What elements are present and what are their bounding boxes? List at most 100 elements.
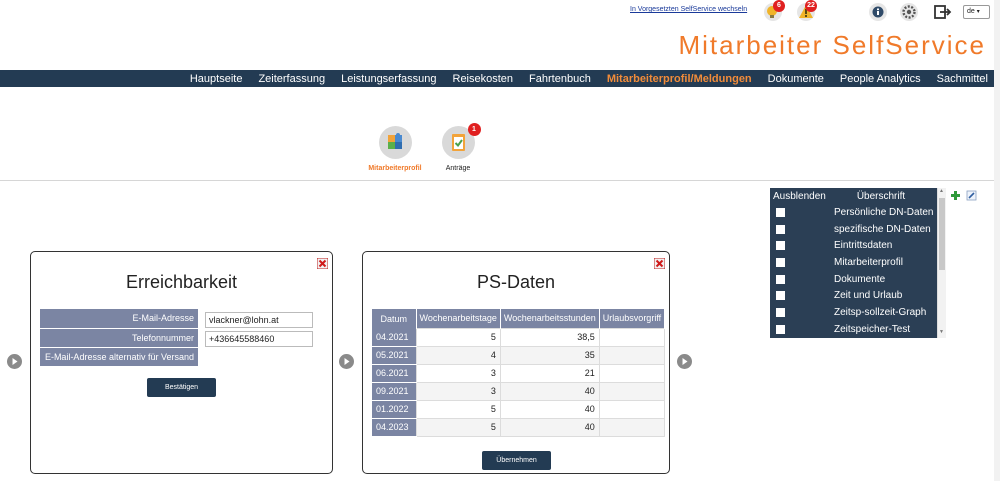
logout-icon[interactable] xyxy=(931,1,953,23)
warnings-warning-icon[interactable]: 22 xyxy=(795,0,817,23)
scrollbar-thumb[interactable] xyxy=(939,198,945,270)
table-cell: 3 xyxy=(415,381,501,401)
scroll-up-icon[interactable]: ▲ xyxy=(939,188,944,194)
hide-checkbox[interactable] xyxy=(776,307,785,317)
section-label: Eintrittsdaten xyxy=(834,240,893,252)
hide-checkbox[interactable] xyxy=(776,274,785,284)
section-visibility-header: Ausblenden Überschrift xyxy=(770,188,937,204)
column-hide-header: Ausblenden xyxy=(773,190,826,202)
table-cell: 5 xyxy=(415,417,501,437)
column-title-header: Überschrift xyxy=(856,190,906,202)
nav-item-people-analytics[interactable]: People Analytics xyxy=(832,73,929,85)
section-visibility-panel: Ausblenden Überschrift Persönliche DN-Da… xyxy=(770,188,937,338)
list-item: Zeitsp-sollzeit-Graph xyxy=(770,304,937,321)
table-cell: 40 xyxy=(499,399,600,419)
info-icon[interactable] xyxy=(867,1,889,23)
section-visibility-scrollbar[interactable]: ▲ ▼ xyxy=(937,188,946,338)
nav-item-dokumente[interactable]: Dokumente xyxy=(760,73,832,85)
hide-checkbox[interactable] xyxy=(776,224,785,234)
list-item: Zeit und Urlaub xyxy=(770,287,937,304)
top-bar: In Vorgesetzten SelfService wechseln 6 2… xyxy=(0,0,1000,70)
hide-checkbox[interactable] xyxy=(776,324,785,334)
table-cell: 4 xyxy=(415,345,501,365)
close-icon[interactable] xyxy=(653,256,666,270)
language-value: de xyxy=(967,8,975,15)
hide-checkbox[interactable] xyxy=(776,241,785,251)
list-item: Persönliche DN-Daten xyxy=(770,204,937,221)
arrow-right-icon[interactable] xyxy=(677,354,692,369)
main-nav: Hauptseite Zeiterfassung Leistungserfass… xyxy=(0,70,1000,87)
subnav-mitarbeiterprofil[interactable]: Mitarbeiterprofil xyxy=(365,126,425,172)
table-cell xyxy=(598,417,666,437)
confirm-button[interactable]: Bestätigen xyxy=(147,378,216,397)
hide-checkbox[interactable] xyxy=(776,257,785,267)
scroll-down-icon[interactable]: ▼ xyxy=(939,329,944,335)
switch-to-manager-link[interactable]: In Vorgesetzten SelfService wechseln xyxy=(630,6,747,13)
alt-email-value[interactable] xyxy=(198,347,321,366)
column-header: Urlaubsvorgriff xyxy=(599,309,666,328)
list-item: Mitarbeiterprofil xyxy=(770,254,937,271)
table-cell: 01.2022 xyxy=(372,400,416,419)
table-cell: 3 xyxy=(415,363,501,383)
notifications-lightbulb-icon[interactable]: 6 xyxy=(762,0,785,23)
nav-item-mitarbeiterprofil[interactable]: Mitarbeiterprofil/Meldungen xyxy=(599,73,760,85)
language-select[interactable]: de ▾ xyxy=(963,5,990,19)
close-icon[interactable] xyxy=(316,256,329,270)
gear-icon[interactable] xyxy=(898,1,920,23)
edit-icon[interactable] xyxy=(966,188,977,201)
table-cell: 38,5 xyxy=(499,327,600,347)
table-cell: 21 xyxy=(499,363,600,383)
table-cell xyxy=(598,399,666,419)
hide-checkbox[interactable] xyxy=(776,207,785,217)
column-header: Wochenarbeitstage xyxy=(416,309,501,328)
apply-button[interactable]: Übernehmen xyxy=(482,451,551,470)
table-row: 04.2021 5 38,5 xyxy=(372,327,666,347)
subnav-mitarbeiterprofil-label: Mitarbeiterprofil xyxy=(368,165,422,172)
section-label: Zeitsp-sollzeit-Graph xyxy=(834,306,927,318)
column-header: Datum xyxy=(372,309,417,328)
subnav-antraege[interactable]: 1 Anträge xyxy=(430,123,486,172)
table-row: 04.2023 5 40 xyxy=(372,417,666,437)
arrow-right-icon[interactable] xyxy=(7,354,22,369)
plus-icon[interactable] xyxy=(950,188,961,200)
page-scrollbar[interactable] xyxy=(994,0,1000,481)
table-row: 06.2021 3 21 xyxy=(372,363,666,383)
table-row: 01.2022 5 40 xyxy=(372,399,666,419)
nav-item-sachmittel[interactable]: Sachmittel xyxy=(929,73,996,85)
subnav-antraege-label: Anträge xyxy=(445,165,471,172)
app-title: Mitarbeiter SelfService xyxy=(678,30,986,60)
nav-item-hauptseite[interactable]: Hauptseite xyxy=(182,73,251,85)
arrow-right-icon[interactable] xyxy=(339,354,354,369)
table-cell: 5 xyxy=(415,399,501,419)
contact-table: E-Mail-Adresse Telefonnummer E-Mail-Adre… xyxy=(40,309,321,367)
table-row: E-Mail-Adresse xyxy=(40,309,321,329)
ps-data-table: Datum Wochenarbeitstage Wochenarbeitsstu… xyxy=(372,309,666,437)
table-cell xyxy=(598,363,666,383)
contact-card: Erreichbarkeit E-Mail-Adresse Telefonnum… xyxy=(30,251,333,474)
table-cell xyxy=(598,327,666,347)
hide-checkbox[interactable] xyxy=(776,291,785,301)
list-item: Dokumente xyxy=(770,271,937,288)
profile-puzzle-icon xyxy=(378,126,412,159)
email-field[interactable] xyxy=(205,311,313,328)
column-header: Wochenarbeitsstunden xyxy=(500,309,600,328)
table-cell: 35 xyxy=(499,345,600,365)
section-label: Zeitspeicher-Test xyxy=(834,323,911,335)
nav-item-leistungserfassung[interactable]: Leistungserfassung xyxy=(333,73,444,85)
table-cell: 06.2021 xyxy=(372,364,416,383)
table-cell: 09.2021 xyxy=(372,382,416,401)
table-cell: 40 xyxy=(499,381,600,401)
nav-item-fahrtenbuch[interactable]: Fahrtenbuch xyxy=(521,73,599,85)
table-cell: 05.2021 xyxy=(372,346,416,365)
nav-item-zeiterfassung[interactable]: Zeiterfassung xyxy=(250,73,333,85)
table-row: 09.2021 3 40 xyxy=(372,381,666,401)
email-label: E-Mail-Adresse xyxy=(40,309,198,329)
ps-data-card: PS-Daten Datum Wochenarbeitstage Wochena… xyxy=(362,251,670,474)
table-row: Telefonnummer xyxy=(40,328,321,348)
phone-field[interactable] xyxy=(205,330,313,347)
nav-item-reisekosten[interactable]: Reisekosten xyxy=(445,73,522,85)
section-label: spezifische DN-Daten xyxy=(834,223,931,235)
table-cell xyxy=(598,381,666,401)
list-item: spezifische DN-Daten xyxy=(770,221,937,238)
phone-label: Telefonnummer xyxy=(40,328,198,348)
